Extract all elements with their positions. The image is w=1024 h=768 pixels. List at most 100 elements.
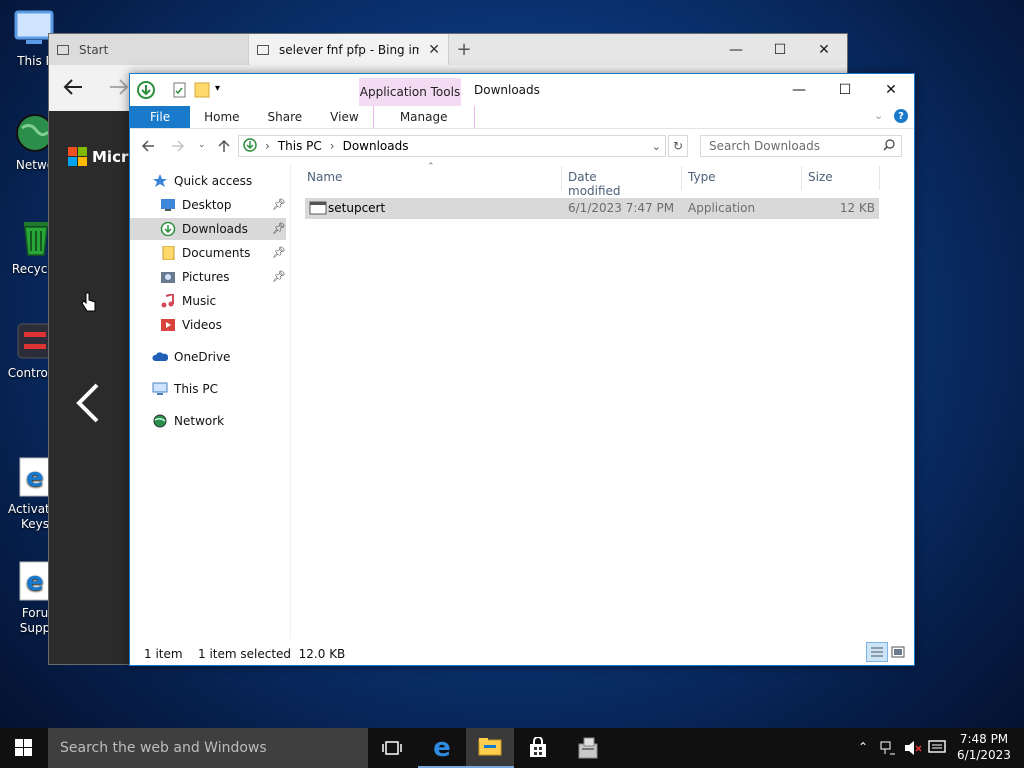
- nav-label: Downloads: [182, 222, 248, 236]
- volume-muted-icon[interactable]: [904, 740, 922, 759]
- column-size[interactable]: Size: [808, 170, 833, 184]
- address-dropdown-icon[interactable]: ⌄: [652, 140, 661, 153]
- column-date-modified[interactable]: Date modified: [568, 170, 621, 198]
- breadcrumb-this-pc[interactable]: This PC: [278, 139, 322, 153]
- pin-icon[interactable]: 📌︎: [272, 222, 286, 235]
- taskbar-file-explorer-button[interactable]: [466, 728, 514, 768]
- pin-icon[interactable]: 📌︎: [272, 246, 286, 259]
- carousel-previous-icon[interactable]: [73, 381, 103, 428]
- properties-icon[interactable]: [172, 82, 188, 101]
- tab-view[interactable]: View: [316, 106, 372, 128]
- file-size: 12 KB: [839, 201, 875, 215]
- search-box[interactable]: Search Downloads: [700, 135, 902, 157]
- clock[interactable]: 7:48 PM 6/1/2023: [952, 731, 1016, 763]
- start-button[interactable]: [0, 728, 48, 768]
- folder-icon: [478, 738, 502, 756]
- pin-icon[interactable]: 📌︎: [272, 198, 286, 211]
- search-icon: [883, 138, 895, 154]
- taskbar-edge-button[interactable]: e: [418, 728, 466, 768]
- column-name[interactable]: Name: [307, 170, 342, 184]
- ribbon-divider: [130, 128, 914, 129]
- nav-label: Music: [182, 294, 217, 308]
- close-tab-icon[interactable]: ✕: [428, 42, 440, 58]
- recent-locations-dropdown-icon[interactable]: ⌄: [198, 140, 206, 150]
- selection-info: 1 item selected 12.0 KB: [198, 647, 346, 661]
- downloads-folder-icon: [137, 81, 155, 102]
- search-placeholder: Search Downloads: [709, 139, 820, 153]
- taskbar: Search the web and Windows e ⌃ 7:48 PM 6…: [0, 728, 1024, 768]
- new-folder-icon[interactable]: [194, 81, 210, 102]
- help-icon[interactable]: ?: [894, 109, 908, 123]
- customize-toolbar-dropdown-icon[interactable]: ▾: [215, 83, 220, 94]
- show-hidden-icons-chevron-icon[interactable]: ⌃: [858, 740, 868, 754]
- sort-ascending-icon: ⌃: [427, 162, 435, 172]
- taskbar-store-button[interactable]: [514, 728, 562, 768]
- file-row-selected[interactable]: setupcert 6/1/2023 7:47 PM Application 1…: [305, 198, 879, 219]
- pin-icon[interactable]: 📌︎: [272, 270, 286, 283]
- minimize-button[interactable]: —: [713, 34, 759, 65]
- tab-file[interactable]: File: [130, 106, 191, 128]
- nav-desktop[interactable]: Desktop: [160, 194, 232, 216]
- nav-quick-access[interactable]: Quick access: [152, 170, 252, 192]
- action-center-icon[interactable]: [928, 740, 946, 759]
- star-icon: [152, 174, 168, 188]
- page-icon: [257, 44, 269, 55]
- mouse-cursor-hand-icon: [81, 291, 97, 316]
- downloads-folder-icon: [160, 221, 176, 237]
- tab-home[interactable]: Home: [190, 106, 253, 128]
- windows-logo-icon: [15, 739, 32, 756]
- taskbar-search-box[interactable]: Search the web and Windows: [48, 728, 368, 768]
- breadcrumb-separator-icon: ›: [265, 139, 270, 153]
- documents-folder-icon: [160, 245, 176, 261]
- nav-onedrive[interactable]: OneDrive: [152, 346, 230, 368]
- task-view-button[interactable]: [368, 728, 416, 768]
- file-date: 6/1/2023 7:47 PM: [568, 201, 675, 215]
- tab-start[interactable]: Start: [49, 34, 249, 65]
- large-icons-view-icon[interactable]: [890, 644, 906, 660]
- taskbar-installer-button[interactable]: [564, 728, 612, 768]
- nav-pane-divider: [290, 164, 291, 639]
- nav-network[interactable]: Network: [152, 410, 224, 432]
- forward-arrow-icon[interactable]: [107, 75, 131, 102]
- new-tab-button[interactable]: +: [449, 34, 479, 65]
- maximize-button[interactable]: ☐: [822, 74, 868, 106]
- tab-bing-images[interactable]: selever fnf pfp - Bing ima ✕: [249, 34, 449, 65]
- nav-documents[interactable]: Documents: [160, 242, 250, 264]
- refresh-button[interactable]: ↻: [668, 135, 688, 157]
- tab-manage[interactable]: Manage: [372, 106, 475, 128]
- network-status-icon[interactable]: [880, 740, 896, 759]
- breadcrumb-downloads[interactable]: Downloads: [343, 139, 409, 153]
- desktop-folder-icon: [160, 198, 176, 212]
- task-view-icon: [382, 741, 402, 755]
- tab-share[interactable]: Share: [254, 106, 317, 128]
- nav-videos[interactable]: Videos: [160, 314, 222, 336]
- close-button[interactable]: ✕: [801, 34, 847, 65]
- nav-pictures[interactable]: Pictures: [160, 266, 230, 288]
- close-button[interactable]: ✕: [868, 74, 914, 106]
- taskbar-search-placeholder: Search the web and Windows: [60, 740, 267, 756]
- minimize-button[interactable]: —: [776, 74, 822, 106]
- nav-downloads[interactable]: Downloads: [160, 218, 248, 240]
- column-divider[interactable]: [801, 166, 802, 190]
- column-divider[interactable]: [879, 166, 880, 190]
- nav-label: Desktop: [182, 198, 232, 212]
- quick-access-toolbar: ▾: [130, 74, 360, 106]
- column-type[interactable]: Type: [688, 170, 716, 184]
- forward-button[interactable]: [170, 138, 186, 157]
- expand-ribbon-chevron-icon[interactable]: ⌄: [874, 109, 883, 122]
- file-type: Application: [688, 201, 756, 215]
- file-name: setupcert: [328, 201, 386, 215]
- column-divider[interactable]: [561, 166, 562, 190]
- windows-four-squares-icon: [68, 147, 87, 166]
- column-divider[interactable]: [681, 166, 682, 190]
- details-view-icon[interactable]: [866, 642, 888, 662]
- maximize-button[interactable]: ☐: [757, 34, 803, 65]
- nav-music[interactable]: Music: [160, 290, 216, 312]
- page-icon: [57, 44, 69, 55]
- address-bar[interactable]: › This PC › Downloads ⌄: [238, 135, 666, 157]
- nav-this-pc[interactable]: This PC: [152, 378, 218, 400]
- up-button[interactable]: [216, 138, 232, 157]
- back-arrow-icon[interactable]: [61, 75, 85, 102]
- back-button[interactable]: [140, 138, 156, 157]
- svg-text:e: e: [433, 734, 451, 760]
